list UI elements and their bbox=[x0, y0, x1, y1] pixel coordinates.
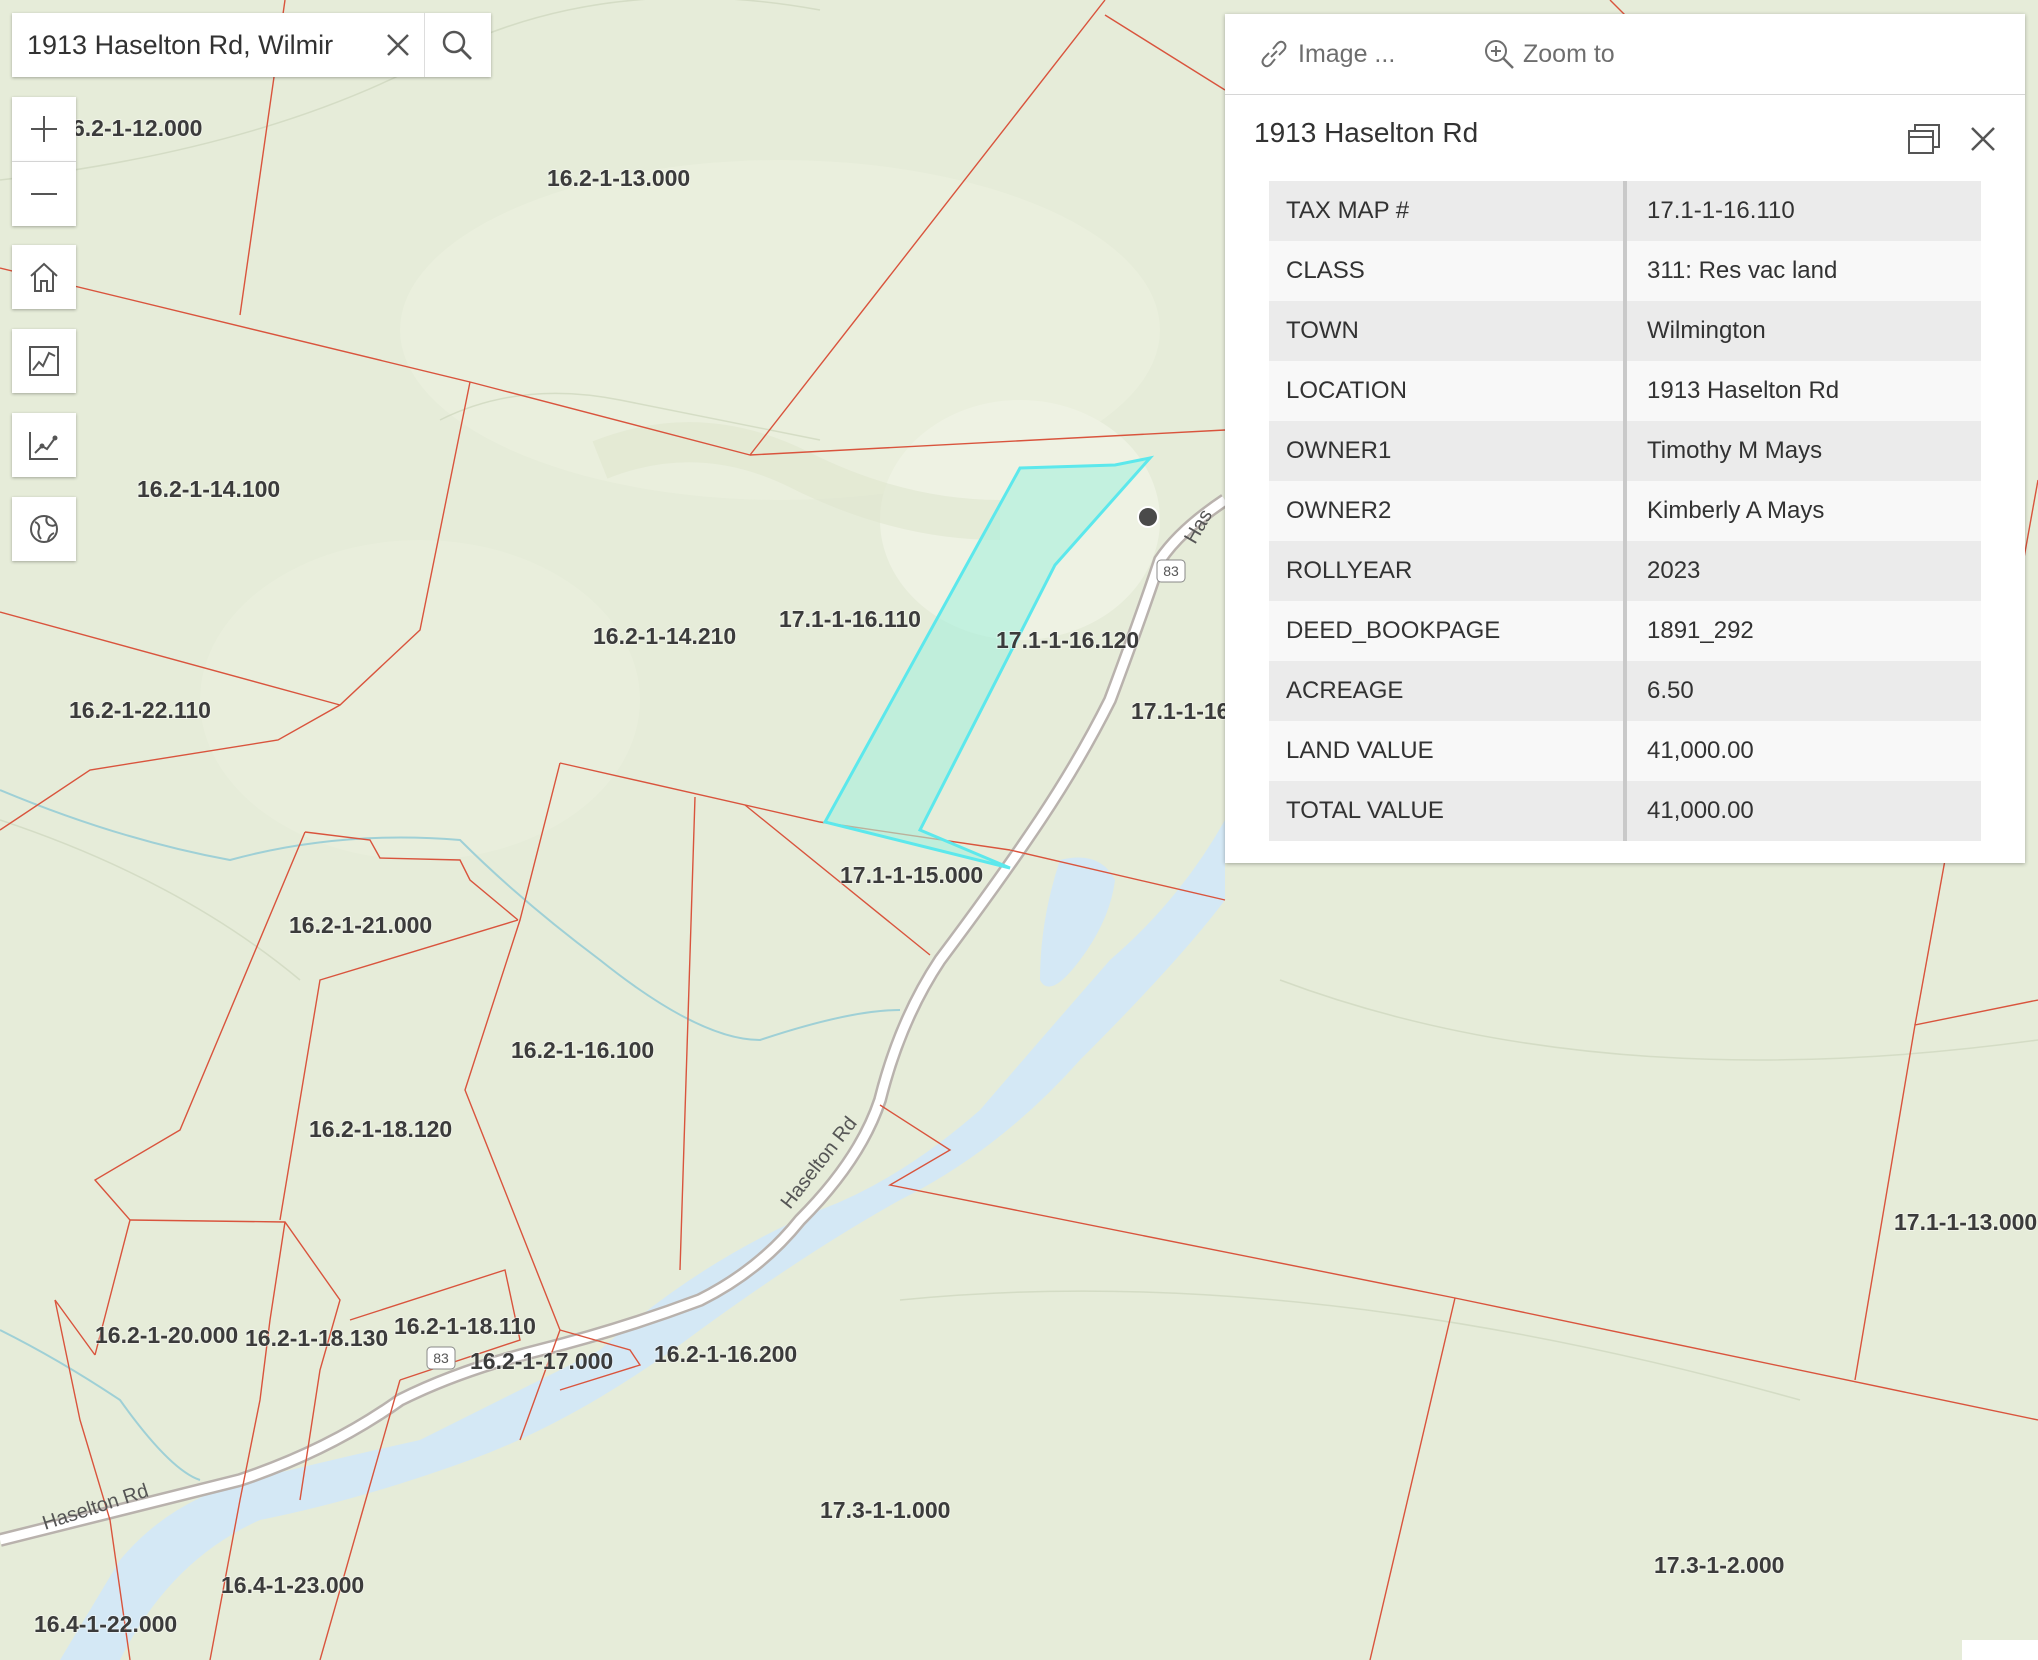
attribute-row: OWNER2 Kimberly A Mays bbox=[1269, 481, 1981, 541]
attribute-key: ACREAGE bbox=[1269, 661, 1627, 721]
attribute-value: 17.1-1-16.110 bbox=[1625, 181, 1981, 241]
attribute-value: Kimberly A Mays bbox=[1625, 481, 1981, 541]
parcel-label: 16.4-1-22.000 bbox=[34, 1611, 177, 1637]
attribute-key: OWNER1 bbox=[1269, 421, 1627, 481]
attribute-value: 1891_292 bbox=[1625, 601, 1981, 661]
svg-text:83: 83 bbox=[1163, 563, 1179, 579]
parcel-label: 16.2-1-18.120 bbox=[309, 1116, 452, 1142]
attribute-row: TAX MAP #17.1-1-16.110 bbox=[1269, 181, 1981, 241]
image-action-button[interactable]: Image ... bbox=[1258, 38, 1483, 70]
home-button[interactable] bbox=[12, 245, 76, 309]
parcel-label: 17.1-1-13.000 bbox=[1894, 1209, 2037, 1235]
popup-actions: Image ... Zoom to bbox=[1225, 14, 2025, 95]
parcel-label: 16.4-1-23.000 bbox=[221, 1572, 364, 1598]
search-input[interactable]: 1913 Haselton Rd, Wilmir bbox=[12, 30, 372, 61]
attribute-row: TOTAL VALUE 41,000.00 bbox=[1269, 781, 1981, 841]
parcel-label: 16.2-1-16.100 bbox=[511, 1037, 654, 1063]
feature-popup: Image ... Zoom to 1913 Haselton Rd TAX M… bbox=[1225, 14, 2025, 863]
parcel-label: 16.2-1-18.130 bbox=[245, 1325, 388, 1351]
search-widget: 1913 Haselton Rd, Wilmir bbox=[12, 13, 491, 77]
dock-button[interactable] bbox=[1905, 119, 1945, 159]
elevation-profile-button[interactable] bbox=[12, 329, 76, 393]
zoom-out-button[interactable] bbox=[12, 162, 76, 226]
attribute-value: Wilmington bbox=[1625, 301, 1981, 361]
attribute-value: Timothy M Mays bbox=[1625, 421, 1981, 481]
parcel-label: 17.1-1-15.000 bbox=[840, 862, 983, 888]
search-icon bbox=[442, 30, 472, 60]
link-icon bbox=[1261, 40, 1287, 68]
close-icon bbox=[387, 34, 409, 56]
parcel-label: 16.2-1-22.110 bbox=[69, 697, 211, 723]
popup-header: 1913 Haselton Rd bbox=[1225, 95, 2025, 177]
parcel-label: 16.2-1-16.200 bbox=[654, 1341, 797, 1367]
parcel-label: 16.2-1-21.000 bbox=[289, 912, 432, 938]
attribute-row: CLASS 311: Res vac land bbox=[1269, 241, 1981, 301]
chart-icon bbox=[29, 432, 58, 460]
parcel-label: 17.3-1-2.000 bbox=[1654, 1552, 1784, 1578]
attribute-key: DEED_BOOKPAGE bbox=[1269, 601, 1627, 661]
attribute-row: TOWN Wilmington bbox=[1269, 301, 1981, 361]
svg-text:83: 83 bbox=[433, 1350, 449, 1366]
attribute-row: DEED_BOOKPAGE 1891_292 bbox=[1269, 601, 1981, 661]
zoom-in-icon bbox=[1485, 40, 1514, 69]
plus-icon bbox=[31, 116, 57, 142]
location-marker bbox=[1137, 506, 1159, 528]
parcel-label: 16.2-1-14.100 bbox=[137, 476, 280, 502]
attribute-value: 41,000.00 bbox=[1625, 721, 1981, 781]
dock-icon bbox=[1908, 124, 1940, 154]
minus-icon bbox=[31, 193, 57, 195]
parcel-label: 16.2-1-13.000 bbox=[547, 165, 690, 191]
parcel-label: 17.3-1-1.000 bbox=[820, 1497, 950, 1523]
zoom-to-button[interactable]: Zoom to bbox=[1483, 38, 1615, 70]
elevation-profile-icon bbox=[29, 346, 59, 376]
attribute-value: 41,000.00 bbox=[1625, 781, 1981, 841]
popup-title: 1913 Haselton Rd bbox=[1254, 117, 1479, 148]
attribute-row: ROLLYEAR 2023 bbox=[1269, 541, 1981, 601]
parcel-label: 17.1-1-16.110 bbox=[779, 606, 921, 632]
parcel-label: 16.2-1-14.210 bbox=[593, 623, 736, 649]
parcel-label: 17.1-1-16.120 bbox=[996, 627, 1139, 653]
route-shield: 83 bbox=[426, 1346, 456, 1370]
close-icon bbox=[1971, 127, 1995, 151]
attribute-key: LAND VALUE bbox=[1269, 721, 1627, 781]
attribute-key: LOCATION bbox=[1269, 361, 1627, 421]
attribute-key: CLASS bbox=[1269, 241, 1627, 301]
search-button[interactable] bbox=[424, 13, 488, 77]
attribute-value: 2023 bbox=[1625, 541, 1981, 601]
parcel-label: 6.2-1-12.000 bbox=[72, 115, 202, 141]
attribute-key: OWNER2 bbox=[1269, 481, 1627, 541]
chart-button[interactable] bbox=[12, 413, 76, 477]
parcel-label: 16.2-1-17.000 bbox=[470, 1348, 613, 1374]
attribute-row: OWNER1 Timothy M Mays bbox=[1269, 421, 1981, 481]
clear-search-button[interactable] bbox=[372, 13, 424, 77]
close-popup-button[interactable] bbox=[1963, 119, 2003, 159]
attribute-row: ACREAGE 6.50 bbox=[1269, 661, 1981, 721]
zoom-to-label: Zoom to bbox=[1523, 39, 1615, 68]
parcel-label: 16.2-1-20.000 bbox=[95, 1322, 238, 1348]
attribute-row: LAND VALUE 41,000.00 bbox=[1269, 721, 1981, 781]
image-action-label: Image ... bbox=[1298, 39, 1396, 68]
attribute-value: 1913 Haselton Rd bbox=[1625, 361, 1981, 421]
zoom-in-button[interactable] bbox=[12, 97, 76, 162]
attribute-table: TAX MAP #17.1-1-16.110 CLASS 311: Res vac … bbox=[1269, 181, 1981, 841]
attribute-key: TAX MAP # bbox=[1269, 181, 1627, 241]
home-icon bbox=[30, 262, 58, 292]
globe-icon bbox=[30, 515, 58, 543]
attribute-row: LOCATION 1913 Haselton Rd bbox=[1269, 361, 1981, 421]
attribute-key: TOTAL VALUE bbox=[1269, 781, 1627, 841]
attribute-key: TOWN bbox=[1269, 301, 1627, 361]
corner-widget bbox=[1962, 1640, 2038, 1660]
parcel-label: 17.1-1-16 bbox=[1131, 698, 1229, 724]
attribute-key: ROLLYEAR bbox=[1269, 541, 1627, 601]
attribute-value: 311: Res vac land bbox=[1625, 241, 1981, 301]
attribute-value: 6.50 bbox=[1625, 661, 1981, 721]
parcel-label: 16.2-1-18.110 bbox=[394, 1313, 536, 1339]
route-shield: 83 bbox=[1156, 559, 1186, 583]
basemap-button[interactable] bbox=[12, 497, 76, 561]
